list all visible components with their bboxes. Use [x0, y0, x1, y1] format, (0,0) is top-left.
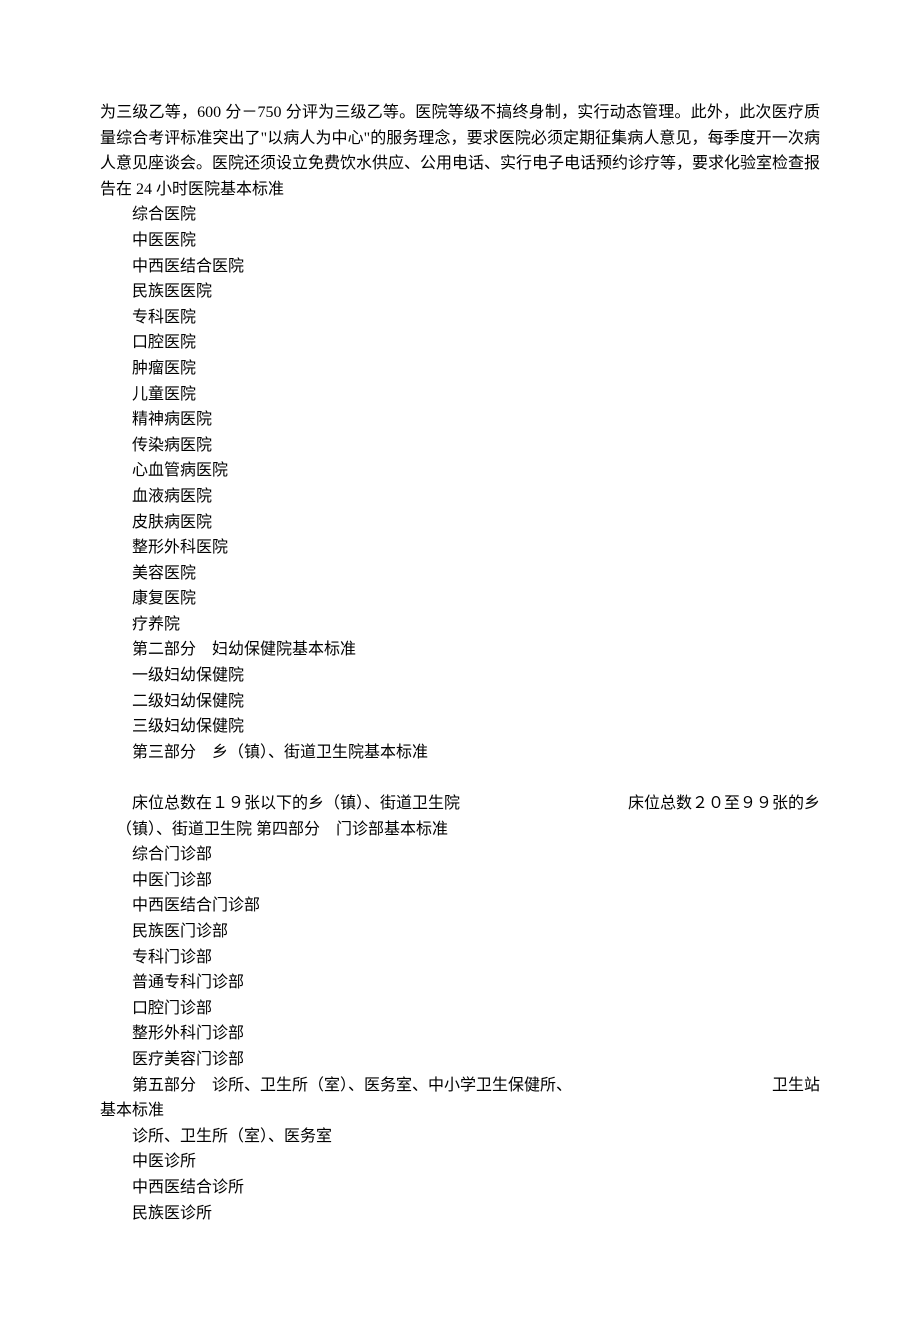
part3-title: 第三部分 乡（镇）、街道卫生院基本标准	[100, 740, 820, 766]
part3-item-cont: （镇）、街道卫生院 第四部分 门诊部基本标准	[100, 817, 820, 843]
part4-item: 整形外科门诊部	[100, 1021, 820, 1047]
part5-item: 中西医结合诊所	[100, 1175, 820, 1201]
hospital-type-item: 肿瘤医院	[100, 356, 820, 382]
part4-item: 中医门诊部	[100, 868, 820, 894]
hospital-type-item: 传染病医院	[100, 433, 820, 459]
hospital-type-item: 综合医院	[100, 202, 820, 228]
hospital-type-item: 整形外科医院	[100, 535, 820, 561]
part4-item: 医疗美容门诊部	[100, 1047, 820, 1073]
part5-left: 第五部分 诊所、卫生所（室）、医务室、中小学卫生保健所、	[100, 1073, 572, 1099]
part3-item-right: 床位总数２０至９９张的乡	[628, 791, 820, 817]
part2-title: 第二部分 妇幼保健院基本标准	[100, 637, 820, 663]
part4-item: 普通专科门诊部	[100, 970, 820, 996]
hospital-type-item: 中医医院	[100, 228, 820, 254]
part5-cont: 基本标准	[100, 1098, 820, 1124]
hospital-type-item: 口腔医院	[100, 330, 820, 356]
hospital-type-item: 专科医院	[100, 305, 820, 331]
hospital-type-item: 中西医结合医院	[100, 254, 820, 280]
hospital-type-item: 精神病医院	[100, 407, 820, 433]
part4-item: 中西医结合门诊部	[100, 893, 820, 919]
blank-line	[100, 765, 820, 791]
part2-item: 三级妇幼保健院	[100, 714, 820, 740]
part4-item: 口腔门诊部	[100, 996, 820, 1022]
part4-item: 民族医门诊部	[100, 919, 820, 945]
hospital-type-item: 皮肤病医院	[100, 510, 820, 536]
part2-item: 二级妇幼保健院	[100, 689, 820, 715]
part4-item: 专科门诊部	[100, 945, 820, 971]
hospital-type-item: 儿童医院	[100, 382, 820, 408]
hospital-type-item: 疗养院	[100, 612, 820, 638]
intro-paragraph: 为三级乙等，600 分－750 分评为三级乙等。医院等级不搞终身制，实行动态管理…	[100, 100, 820, 202]
part5-item: 诊所、卫生所（室）、医务室	[100, 1124, 820, 1150]
hospital-type-item: 美容医院	[100, 561, 820, 587]
hospital-type-item: 心血管病医院	[100, 458, 820, 484]
part3-row: 床位总数在１９张以下的乡（镇）、街道卫生院 床位总数２０至９９张的乡	[100, 791, 820, 817]
hospital-type-item: 血液病医院	[100, 484, 820, 510]
hospital-type-item: 康复医院	[100, 586, 820, 612]
part2-item: 一级妇幼保健院	[100, 663, 820, 689]
part5-item: 中医诊所	[100, 1149, 820, 1175]
hospital-type-item: 民族医医院	[100, 279, 820, 305]
part5-row: 第五部分 诊所、卫生所（室）、医务室、中小学卫生保健所、 卫生站	[100, 1073, 820, 1099]
part4-item: 综合门诊部	[100, 842, 820, 868]
part3-item-left: 床位总数在１９张以下的乡（镇）、街道卫生院	[100, 791, 460, 817]
part5-item: 民族医诊所	[100, 1201, 820, 1227]
part5-right: 卫生站	[772, 1073, 820, 1099]
